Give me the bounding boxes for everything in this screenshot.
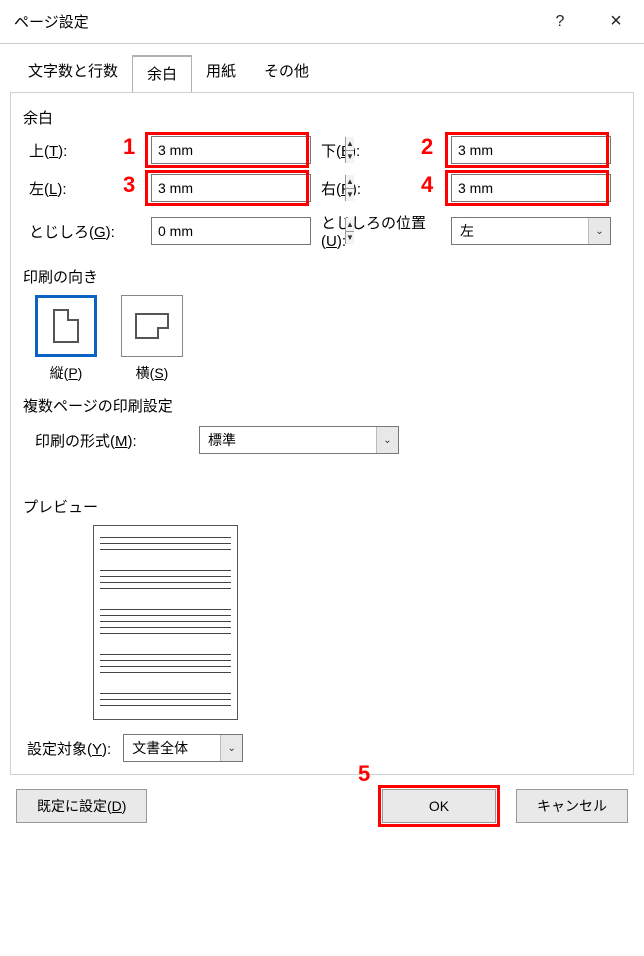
ok-button[interactable]: OK: [382, 789, 496, 823]
spin-down-icon[interactable]: ▼: [346, 188, 354, 202]
landscape-icon: [121, 295, 183, 357]
orientation-landscape[interactable]: 横(S): [121, 295, 183, 383]
cancel-button[interactable]: キャンセル: [516, 789, 628, 823]
section-orientation-label: 印刷の向き: [23, 266, 621, 287]
apply-to-dropdown[interactable]: 文書全体 ⌄: [123, 734, 243, 762]
left-margin-field[interactable]: [152, 175, 345, 201]
section-preview-label: プレビュー: [23, 496, 621, 517]
left-margin-label: 左(L):: [29, 178, 141, 199]
gutter-position-value: 左: [452, 221, 588, 241]
tab-margins[interactable]: 余白: [132, 55, 192, 93]
right-margin-field[interactable]: [452, 175, 644, 201]
chevron-down-icon[interactable]: ⌄: [588, 218, 610, 244]
spin-up-icon[interactable]: ▲: [346, 175, 354, 188]
orientation-portrait-label: 縦(P): [50, 363, 83, 383]
gutter-field[interactable]: [152, 218, 345, 244]
tab-content: 余白 1 2 3 4 上(T): ▲ ▼ 下(B): ▲ ▼: [10, 92, 634, 775]
gutter-position-dropdown[interactable]: 左 ⌄: [451, 217, 611, 245]
bottom-margin-input[interactable]: ▲ ▼: [451, 136, 611, 164]
orientation-portrait[interactable]: 縦(P): [35, 295, 97, 383]
spin-up-icon[interactable]: ▲: [346, 137, 354, 150]
print-format-value: 標準: [200, 430, 376, 450]
right-margin-input[interactable]: ▲ ▼: [451, 174, 611, 202]
gutter-label: とじしろ(G):: [29, 221, 141, 242]
chevron-down-icon[interactable]: ⌄: [376, 427, 398, 453]
tab-other[interactable]: その他: [250, 54, 323, 92]
portrait-icon: [35, 295, 97, 357]
spin-up-icon[interactable]: ▲: [346, 218, 354, 231]
bottom-margin-field[interactable]: [452, 137, 644, 163]
tab-chars-lines[interactable]: 文字数と行数: [14, 54, 132, 92]
dialog-title: ページ設定: [14, 11, 532, 32]
apply-to-label: 設定対象(Y):: [27, 738, 111, 759]
print-format-dropdown[interactable]: 標準 ⌄: [199, 426, 399, 454]
preview-thumbnail: [93, 525, 238, 720]
left-margin-input[interactable]: ▲ ▼: [151, 174, 311, 202]
section-multipage-label: 複数ページの印刷設定: [23, 395, 621, 416]
chevron-down-icon[interactable]: ⌄: [220, 735, 242, 761]
apply-to-value: 文書全体: [124, 738, 220, 758]
top-margin-input[interactable]: ▲ ▼: [151, 136, 311, 164]
help-button[interactable]: ?: [532, 0, 588, 44]
top-margin-label: 上(T):: [29, 140, 141, 161]
tab-paper[interactable]: 用紙: [192, 54, 250, 92]
orientation-landscape-label: 横(S): [136, 363, 169, 383]
close-button[interactable]: ×: [588, 0, 644, 44]
print-format-label: 印刷の形式(M):: [35, 430, 185, 451]
spin-down-icon[interactable]: ▼: [346, 231, 354, 245]
titlebar: ページ設定 ? ×: [0, 0, 644, 44]
gutter-input[interactable]: ▲ ▼: [151, 217, 311, 245]
spin-down-icon[interactable]: ▼: [346, 150, 354, 164]
section-margins-label: 余白: [23, 107, 621, 128]
dialog-buttons: 既定に設定(D) 5 OK キャンセル: [0, 783, 644, 833]
top-margin-field[interactable]: [152, 137, 345, 163]
tabstrip: 文字数と行数 余白 用紙 その他: [0, 44, 644, 92]
set-default-button[interactable]: 既定に設定(D): [16, 789, 147, 823]
